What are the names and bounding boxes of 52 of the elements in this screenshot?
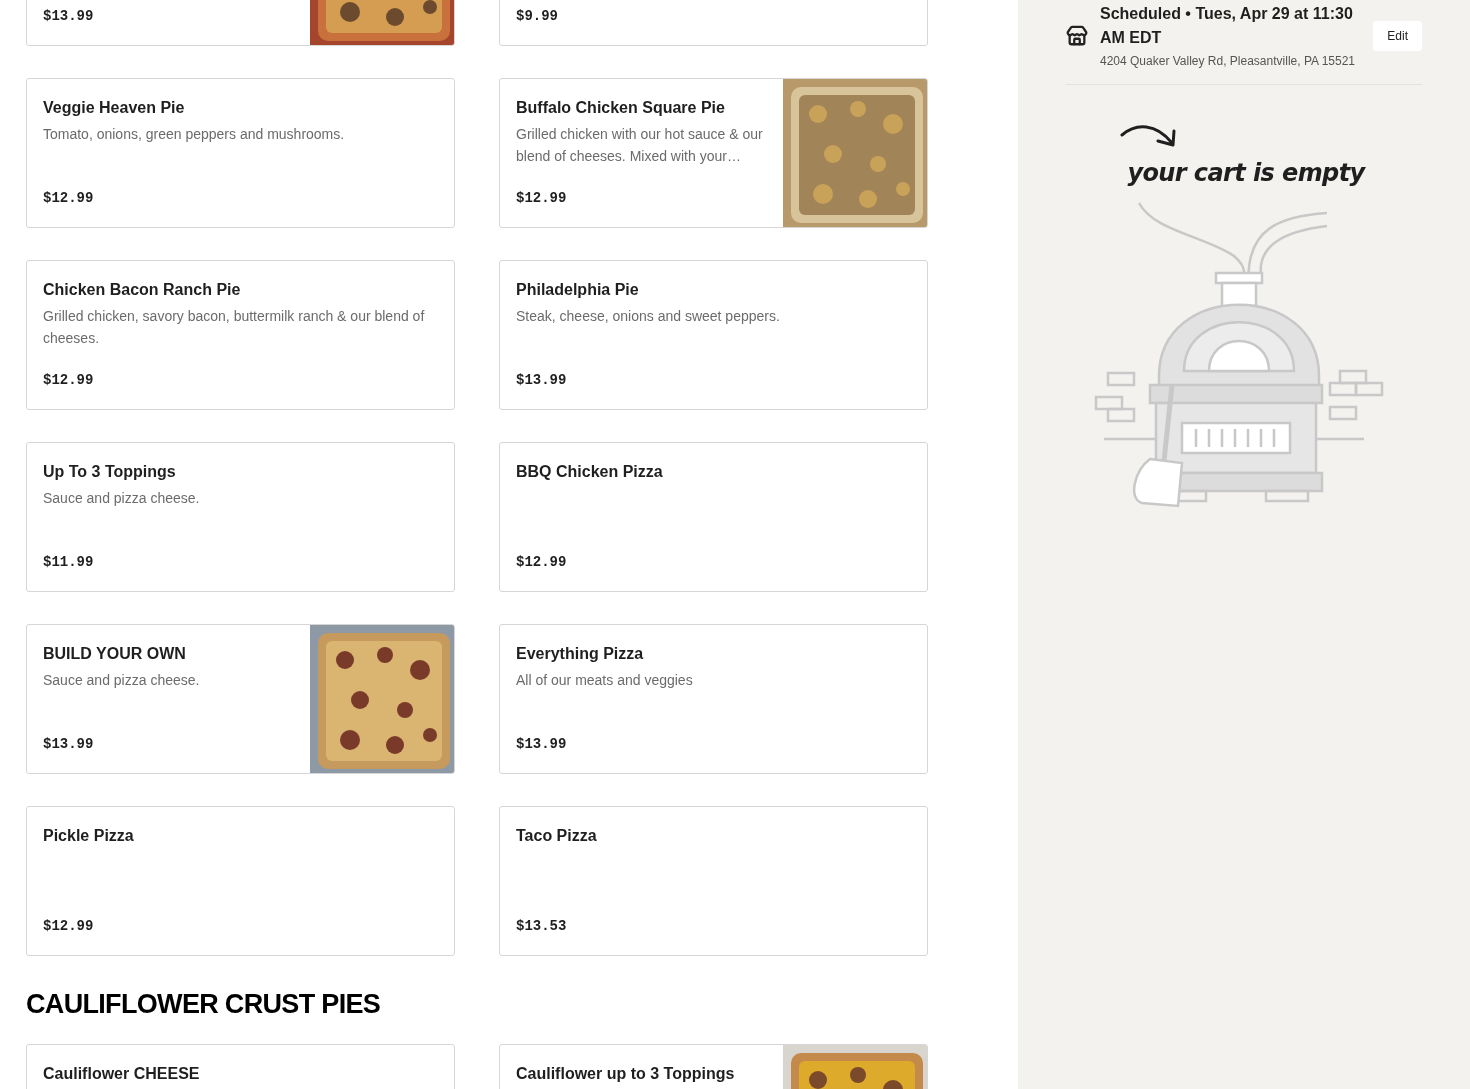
menu-item-card[interactable]: Taco Pizza $13.53 [499, 806, 928, 956]
menu-item-card[interactable]: Up To 3 Toppings Sauce and pizza cheese. $11.99 [26, 442, 455, 592]
menu-item-card[interactable]: $9.99 [499, 0, 928, 46]
item-price: $12.99 [516, 189, 568, 208]
item-title: Philadelphia Pie [516, 280, 640, 300]
item-price: $13.99 [516, 371, 568, 390]
section-heading: CAULIFLOWER CRUST PIES [26, 988, 382, 1020]
item-title: BUILD YOUR OWN [43, 644, 187, 664]
item-title: Buffalo Chicken Square Pie [516, 98, 726, 118]
menu-item-card[interactable]: Veggie Heaven Pie Tomato, onions, green peppers and mushrooms. $12.99 [26, 78, 455, 228]
item-description: Grilled chicken, savory bacon, buttermilk ranch & our blend of cheeses. [43, 307, 426, 348]
item-price: $13.53 [516, 917, 568, 936]
item-price: $13.99 [516, 735, 568, 754]
menu-item-card[interactable]: Cauliflower up to 3 Toppings [499, 1044, 928, 1089]
item-price: $12.99 [516, 553, 568, 572]
store-icon [1066, 25, 1088, 47]
menu-item-card[interactable]: BUILD YOUR OWN Sauce and pizza cheese. $13.99 [26, 624, 455, 774]
item-description: Grilled chicken with our hot sauce & our blend of cheeses. Mixed with your… [516, 125, 764, 166]
item-title: Veggie Heaven Pie [43, 98, 186, 118]
item-price: $12.99 [43, 917, 95, 936]
item-price: $13.99 [43, 7, 95, 26]
edit-button[interactable]: Edit [1373, 21, 1422, 51]
menu-item-card[interactable]: Everything Pizza All of our meats and veggies $13.99 [499, 624, 928, 774]
menu-item-card[interactable]: BBQ Chicken Pizza $12.99 [499, 442, 928, 592]
item-title: Cauliflower CHEESE [43, 1064, 201, 1084]
item-price: $13.99 [43, 735, 95, 754]
address-text: 4204 Quaker Valley Rd, Pleasantville, PA 15521 [1100, 53, 1357, 70]
item-title: Cauliflower up to 3 Toppings [516, 1064, 736, 1084]
item-price: $12.99 [43, 371, 95, 390]
item-price: $9.99 [516, 7, 559, 26]
menu-item-card[interactable]: Chicken Bacon Ranch Pie Grilled chicken, savory bacon, buttermilk ranch & our blend of cheeses. $12.99 [26, 260, 455, 410]
item-title: BBQ Chicken Pizza [516, 462, 664, 482]
item-description: All of our meats and veggies [516, 671, 694, 690]
item-description: Tomato, onions, green peppers and mushrooms. [43, 125, 346, 144]
curved-arrow-icon [1120, 123, 1178, 149]
menu-item-card[interactable]: Pickle Pizza $12.99 [26, 806, 455, 956]
menu-item-card[interactable]: Cauliflower CHEESE [26, 1044, 455, 1089]
item-description: Steak, cheese, onions and sweet peppers. [516, 307, 781, 326]
item-title: Chicken Bacon Ranch Pie [43, 280, 242, 300]
menu-item-card[interactable]: Buffalo Chicken Square Pie Grilled chicken with our hot sauce & our blend of cheeses. Mixed with your… $12.99 [499, 78, 928, 228]
item-price: $12.99 [43, 189, 95, 208]
item-title: Pickle Pizza [43, 826, 135, 846]
item-description: Sauce and pizza cheese. [43, 671, 201, 690]
menu-item-card[interactable]: Philadelphia Pie Steak, cheese, onions and sweet peppers. $13.99 [499, 260, 928, 410]
item-price: $11.99 [43, 553, 95, 572]
item-description: Sauce and pizza cheese. [43, 489, 201, 508]
menu-item-card[interactable]: $13.99 [26, 0, 455, 46]
empty-cart-message: your cart is empty [1127, 158, 1365, 189]
schedule-text: Scheduled • Tues, Apr 29 at 11:30 AM EDT [1100, 4, 1354, 48]
item-title: Taco Pizza [516, 826, 598, 846]
item-title: Up To 3 Toppings [43, 462, 177, 482]
item-title: Everything Pizza [516, 644, 645, 664]
